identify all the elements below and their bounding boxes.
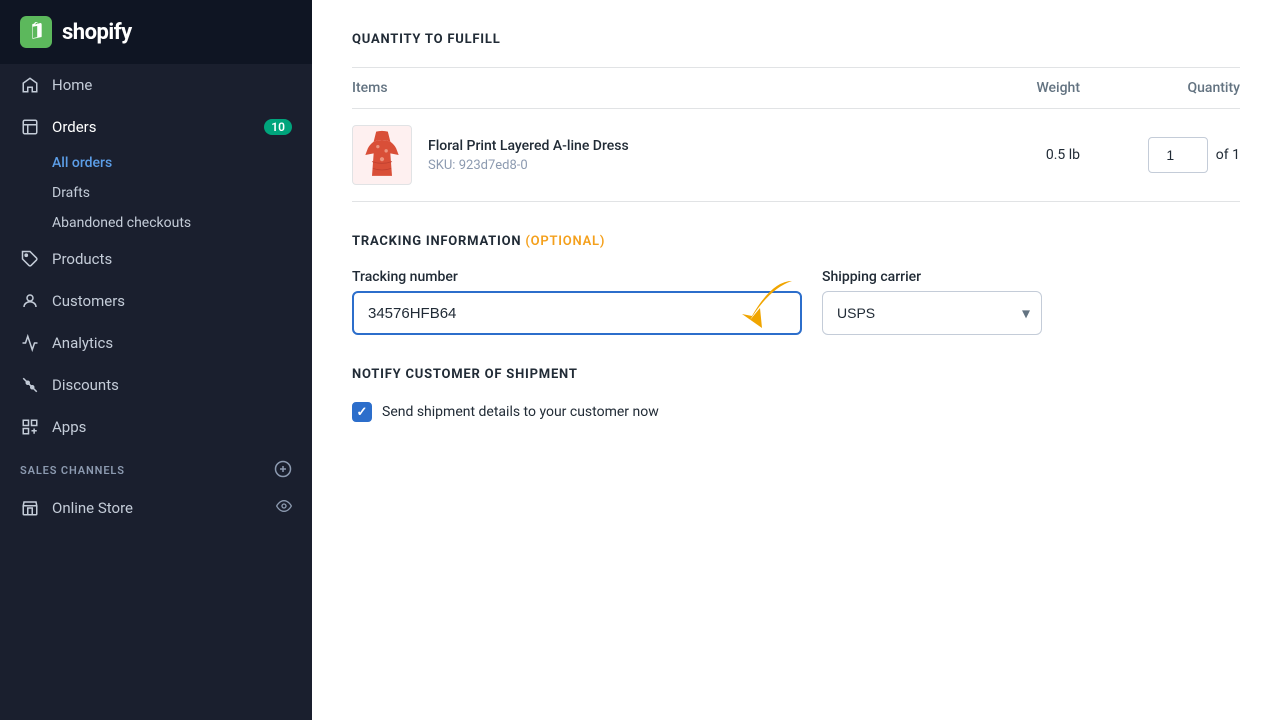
- tracking-title-text: TRACKING INFORMATION: [352, 234, 521, 249]
- sidebar-item-customers-label: Customers: [52, 292, 125, 310]
- tracking-number-input[interactable]: [352, 291, 802, 335]
- sidebar-item-online-store-label: Online Store: [52, 499, 133, 517]
- home-icon: [20, 75, 40, 95]
- sidebar-item-discounts[interactable]: Discounts: [0, 364, 312, 406]
- notify-row: ✓ Send shipment details to your customer…: [352, 402, 1240, 422]
- tracking-number-group: Tracking number: [352, 269, 802, 335]
- analytics-icon: [20, 333, 40, 353]
- quantity-section-title: QUANTITY TO FULFILL: [352, 32, 1240, 47]
- quantity-col-header: Quantity: [1080, 80, 1240, 96]
- item-sku: SKU: 923d7ed8-0: [428, 158, 960, 173]
- notify-section: NOTIFY CUSTOMER OF SHIPMENT ✓ Send shipm…: [352, 367, 1240, 422]
- sales-channels-label: SALES CHANNELS: [20, 464, 125, 477]
- sidebar-item-products[interactable]: Products: [0, 238, 312, 280]
- dress-illustration: [357, 130, 407, 180]
- quantity-of: of 1: [1216, 147, 1240, 163]
- sidebar-item-orders[interactable]: Orders 10: [0, 106, 312, 148]
- notify-checkbox[interactable]: ✓: [352, 402, 372, 422]
- notify-section-title: NOTIFY CUSTOMER OF SHIPMENT: [352, 367, 1240, 382]
- item-image: [352, 125, 412, 185]
- tracking-input-wrapper: [352, 291, 802, 335]
- logo-text: shopify: [62, 20, 132, 45]
- sidebar-item-orders-label: Orders: [52, 118, 97, 136]
- tracking-number-label: Tracking number: [352, 269, 802, 285]
- item-weight: 0.5 lb: [960, 147, 1080, 163]
- quantity-input[interactable]: [1148, 137, 1208, 173]
- customers-icon: [20, 291, 40, 311]
- shopify-logo-icon: [20, 16, 52, 48]
- tracking-section: TRACKING INFORMATION (OPTIONAL) Tracking…: [352, 234, 1240, 335]
- items-table: Items Weight Quantity: [352, 67, 1240, 202]
- orders-badge: 10: [264, 119, 292, 135]
- sidebar-nav: Home Orders 10 All orders Drafts Abandon…: [0, 64, 312, 529]
- sku-value: 923d7ed8-0: [459, 158, 528, 173]
- shipping-carrier-label: Shipping carrier: [822, 269, 1042, 285]
- item-name: Floral Print Layered A-line Dress: [428, 138, 960, 154]
- main-content: QUANTITY TO FULFILL Items Weight Quantit…: [312, 0, 1280, 720]
- sidebar-item-apps-label: Apps: [52, 418, 86, 436]
- quantity-control: of 1: [1080, 137, 1240, 173]
- weight-col-header: Weight: [960, 80, 1080, 96]
- subnav-abandoned-checkouts[interactable]: Abandoned checkouts: [52, 208, 312, 238]
- tracking-optional-label: (OPTIONAL): [525, 234, 605, 249]
- subnav-all-orders[interactable]: All orders: [52, 148, 312, 178]
- add-channel-button[interactable]: [274, 460, 292, 481]
- tracking-fields: Tracking number Shipping carrier USPS: [352, 269, 1240, 335]
- orders-subnav: All orders Drafts Abandoned checkouts: [0, 148, 312, 238]
- sku-label: SKU:: [428, 158, 455, 173]
- products-icon: [20, 249, 40, 269]
- online-store-icon: [20, 498, 40, 518]
- table-row: Floral Print Layered A-line Dress SKU: 9…: [352, 109, 1240, 202]
- sidebar-item-customers[interactable]: Customers: [0, 280, 312, 322]
- shipping-carrier-group: Shipping carrier USPS FedEx UPS DHL ▾: [822, 269, 1042, 335]
- sidebar-item-apps[interactable]: Apps: [0, 406, 312, 448]
- sidebar-item-home-label: Home: [52, 76, 92, 94]
- sidebar: shopify Home Orders 10 All orders Drafts…: [0, 0, 312, 720]
- sidebar-item-home[interactable]: Home: [0, 64, 312, 106]
- sidebar-item-online-store[interactable]: Online Store: [0, 487, 312, 529]
- items-table-header: Items Weight Quantity: [352, 68, 1240, 109]
- quantity-section: QUANTITY TO FULFILL Items Weight Quantit…: [352, 32, 1240, 202]
- checkmark-icon: ✓: [357, 405, 368, 420]
- sales-channels-header: SALES CHANNELS: [0, 448, 312, 487]
- sidebar-item-products-label: Products: [52, 250, 112, 268]
- apps-icon: [20, 417, 40, 437]
- sidebar-item-analytics-label: Analytics: [52, 334, 113, 352]
- items-col-header: Items: [352, 80, 960, 96]
- notify-text: Send shipment details to your customer n…: [382, 404, 659, 420]
- orders-icon: [20, 117, 40, 137]
- discounts-icon: [20, 375, 40, 395]
- carrier-select-wrapper: USPS FedEx UPS DHL ▾: [822, 291, 1042, 335]
- subnav-drafts[interactable]: Drafts: [52, 178, 312, 208]
- item-info: Floral Print Layered A-line Dress SKU: 9…: [428, 138, 960, 173]
- tracking-section-title: TRACKING INFORMATION (OPTIONAL): [352, 234, 1240, 249]
- carrier-select[interactable]: USPS FedEx UPS DHL: [822, 291, 1042, 335]
- logo-area[interactable]: shopify: [0, 0, 312, 64]
- sidebar-item-discounts-label: Discounts: [52, 376, 119, 394]
- online-store-visibility-icon[interactable]: [276, 498, 292, 518]
- sidebar-item-analytics[interactable]: Analytics: [0, 322, 312, 364]
